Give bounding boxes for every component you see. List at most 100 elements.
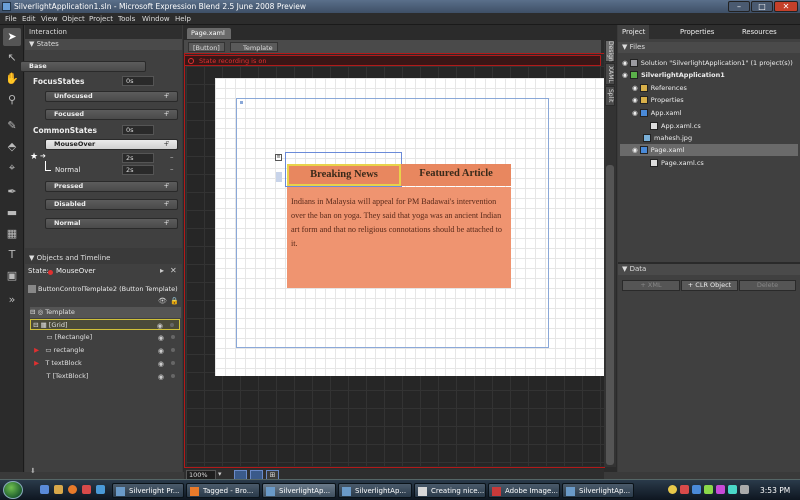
tree-mahesh-jpg[interactable]: mahesh.jpg xyxy=(643,132,800,144)
eye-icon[interactable]: ◉ xyxy=(158,333,164,344)
menu-edit[interactable]: Edit xyxy=(19,13,39,25)
split-view-tab[interactable]: Split xyxy=(605,86,615,106)
menu-file[interactable]: File xyxy=(2,13,20,25)
close-button[interactable]: ✕ xyxy=(774,1,798,12)
row-adorner[interactable] xyxy=(276,172,282,182)
normal-state-button[interactable]: Normal +⃗ xyxy=(45,218,178,229)
task-adobe-image[interactable]: Adobe Image... xyxy=(488,483,560,498)
featured-article-tab[interactable]: Featured Article xyxy=(401,164,511,186)
controls-icon[interactable]: ▣ xyxy=(3,267,21,285)
add-transition-icon[interactable]: +⃗ xyxy=(164,182,169,191)
pen-icon[interactable]: ✒ xyxy=(3,183,21,201)
layer-textblock-1[interactable]: ▶ T textBlock ◉ xyxy=(30,358,180,369)
eye-icon[interactable]: ◉ xyxy=(157,321,163,332)
menu-help[interactable]: Help xyxy=(172,13,194,25)
tree-solution[interactable]: ◉ Solution "SilverlightApplication1" (1 … xyxy=(622,57,800,69)
quicklaunch-firefox-icon[interactable] xyxy=(68,485,77,494)
eye-icon[interactable]: ◉ xyxy=(158,359,164,370)
tray-network-icon[interactable] xyxy=(692,485,701,494)
layer-rectangle-1[interactable]: ▭ [Rectangle] ◉ xyxy=(30,332,180,343)
crumb-template[interactable]: Template xyxy=(230,42,278,52)
task-silverlightap-3[interactable]: SilverlightAp... xyxy=(562,483,634,498)
quicklaunch-app-icon[interactable] xyxy=(96,485,105,494)
breaking-news-tab[interactable]: Breaking News xyxy=(287,164,401,186)
add-transition-icon[interactable]: +⃗ xyxy=(164,110,169,119)
textblock-icon[interactable]: T xyxy=(3,246,21,264)
lock-all-icon[interactable]: 🔒 xyxy=(170,297,179,305)
tree-app-xaml[interactable]: ◉ App.xaml xyxy=(632,107,800,119)
common-transition-time[interactable]: 0s xyxy=(122,125,154,135)
menu-project[interactable]: Project xyxy=(86,13,116,25)
timeline-options-icon[interactable]: ▸ xyxy=(160,266,164,275)
lock-dot-icon[interactable] xyxy=(171,335,175,339)
task-creating-nice[interactable]: Creating nice... xyxy=(414,483,486,498)
tree-page-xaml-cs[interactable]: Page.xaml.cs xyxy=(650,157,800,169)
tab-project[interactable]: Project xyxy=(618,25,650,39)
crumb-button[interactable]: [Button] xyxy=(188,42,225,52)
recording-icon[interactable] xyxy=(188,58,194,64)
tray-app-icon[interactable] xyxy=(704,485,713,494)
transition-time-1[interactable]: 2s xyxy=(122,153,154,163)
quicklaunch-app-icon[interactable] xyxy=(82,485,91,494)
tree-app-xaml-cs[interactable]: App.xaml.cs xyxy=(650,120,800,132)
add-transition-icon[interactable]: +⃗ xyxy=(164,200,169,209)
scroll-thumb[interactable] xyxy=(606,165,614,465)
remove-transition-icon[interactable]: – xyxy=(170,153,174,161)
eyedropper-icon[interactable]: ✎ xyxy=(3,117,21,135)
tree-references[interactable]: ◉ References xyxy=(632,82,800,94)
selection-tool-icon[interactable]: ➤ xyxy=(3,28,21,46)
eye-all-icon[interactable]: 👁 xyxy=(158,297,167,305)
add-xml-button[interactable]: + XML xyxy=(622,280,680,291)
data-header[interactable]: ▼ Data xyxy=(618,264,800,275)
disabled-state-button[interactable]: Disabled +⃗ xyxy=(45,199,178,210)
layer-grid[interactable]: ⊟ ▦ [Grid] ◉ xyxy=(30,319,180,330)
unfocused-state-button[interactable]: Unfocused +⃗ xyxy=(45,91,178,102)
layer-textblock-2[interactable]: T [TextBlock] ◉ xyxy=(30,371,180,382)
mouseover-state-button[interactable]: MouseOver +⃗ xyxy=(45,139,178,150)
tray-volume-icon[interactable] xyxy=(740,485,749,494)
eye-icon[interactable]: ◉ xyxy=(158,372,164,383)
move-down-icon[interactable]: ⬇ xyxy=(30,467,36,475)
lock-dot-icon[interactable] xyxy=(171,361,175,365)
states-header[interactable]: ▼ States xyxy=(25,39,182,50)
template-row[interactable]: ⊟ ◎ Template xyxy=(30,307,181,318)
eye-icon[interactable]: ◉ xyxy=(158,346,164,357)
quicklaunch-folder-icon[interactable] xyxy=(54,485,63,494)
pressed-state-button[interactable]: Pressed +⃗ xyxy=(45,181,178,192)
tray-app-icon[interactable] xyxy=(716,485,725,494)
add-transition-icon[interactable]: +⃗ xyxy=(164,140,169,149)
add-transition-icon[interactable]: +⃗ xyxy=(164,219,169,228)
lock-dot-icon[interactable] xyxy=(171,374,175,378)
maximize-button[interactable]: □ xyxy=(751,1,773,12)
rectangle-tool-icon[interactable]: ▬ xyxy=(3,204,21,222)
focus-transition-time[interactable]: 0s xyxy=(122,76,154,86)
tray-app-icon[interactable] xyxy=(728,485,737,494)
base-state-button[interactable]: Base xyxy=(20,61,146,72)
add-transition-icon[interactable]: +⃗ xyxy=(164,92,169,101)
task-tagged[interactable]: Tagged - Bro... xyxy=(186,483,260,498)
direct-select-icon[interactable]: ↖ xyxy=(3,49,21,67)
lock-dot-icon[interactable] xyxy=(171,348,175,352)
xaml-view-tab[interactable]: XAML xyxy=(605,63,615,85)
layer-rectangle-2[interactable]: ▶ ▭ rectangle ◉ xyxy=(30,345,180,356)
tab-properties[interactable]: Properties xyxy=(676,25,718,39)
menu-object[interactable]: Object xyxy=(59,13,88,25)
menu-view[interactable]: View xyxy=(38,13,61,25)
quicklaunch-ie-icon[interactable] xyxy=(40,485,49,494)
tab-page-xaml[interactable]: Page.xaml ✕ xyxy=(187,28,231,48)
tree-page-xaml[interactable]: ◉ Page.xaml xyxy=(620,144,798,156)
menu-tools[interactable]: Tools xyxy=(115,13,138,25)
lock-dot-icon[interactable] xyxy=(170,323,174,327)
remove-transition-icon[interactable]: – xyxy=(170,165,174,173)
files-header[interactable]: ▼ Files xyxy=(618,42,800,53)
asset-library-icon[interactable]: » xyxy=(3,291,21,309)
transition-time-2[interactable]: 2s xyxy=(122,165,154,175)
grid-adorner-icon[interactable]: ≡ xyxy=(275,154,282,161)
minimize-button[interactable]: – xyxy=(728,1,750,12)
tray-antivirus-icon[interactable] xyxy=(680,485,689,494)
design-view-tab[interactable]: Design xyxy=(605,40,615,62)
focused-state-button[interactable]: Focused +⃗ xyxy=(45,109,178,120)
add-clr-object-button[interactable]: + CLR Object xyxy=(681,280,738,291)
tab-resources[interactable]: Resources xyxy=(738,25,781,39)
task-silverlight-pr[interactable]: Silverlight Pr... xyxy=(112,483,184,498)
